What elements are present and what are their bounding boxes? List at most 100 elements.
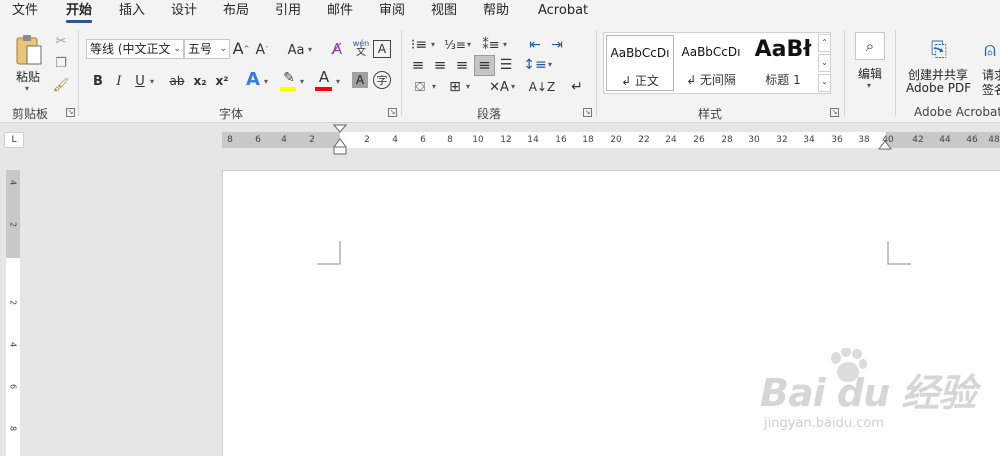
chevron-down-icon[interactable]: ▾	[432, 82, 436, 91]
style-no-spacing[interactable]: AaBbCcDı ↲ 无间隔	[676, 35, 746, 91]
sort-icon[interactable]: A↓Z	[529, 78, 555, 96]
ruler-number: 26	[693, 135, 705, 145]
ruler-number: 48	[988, 135, 1000, 145]
clipboard-launcher-icon[interactable]: ↘	[66, 108, 75, 117]
font-color-button[interactable]: A	[316, 69, 332, 85]
styles-launcher-icon[interactable]: ↘	[830, 108, 839, 117]
editing-label[interactable]: 编辑	[858, 65, 882, 82]
tab-layout[interactable]: 布局	[223, 0, 249, 24]
align-center-icon[interactable]: ≡	[431, 56, 449, 74]
distributed-icon[interactable]: ☰	[497, 56, 515, 74]
style-heading-1[interactable]: AaBł 标题 1	[748, 35, 818, 91]
superscript-button[interactable]: x²	[214, 72, 230, 90]
tab-file[interactable]: 文件	[12, 0, 38, 24]
font-name-select[interactable]: 等线 (中文正文 ⌄	[86, 39, 184, 59]
right-indent-marker-icon[interactable]	[878, 140, 892, 150]
borders-icon[interactable]: ⊞	[446, 78, 464, 96]
enclose-characters-icon[interactable]: A	[373, 40, 391, 58]
subscript-button[interactable]: x₂	[192, 72, 208, 90]
line-spacing-icon[interactable]: ↕≡	[523, 56, 546, 74]
chevron-down-icon[interactable]: ▾	[300, 77, 304, 86]
ruler-number: 14	[527, 135, 539, 145]
request-signature-icon[interactable]: ⍝	[978, 36, 1000, 62]
grow-font-button[interactable]: A ^	[233, 40, 250, 58]
paragraph-shading-icon[interactable]: ⛋	[411, 78, 429, 96]
chevron-down-icon[interactable]: ▾	[150, 77, 154, 86]
font-group-label: 字体	[219, 107, 244, 121]
text-effects-button[interactable]: A	[244, 70, 262, 90]
chevron-down-icon[interactable]: ▾	[264, 77, 268, 86]
chevron-down-icon[interactable]: ▾	[503, 40, 507, 49]
ruler-number: 18	[582, 135, 594, 145]
font-size-select[interactable]: 五号 ⌄	[184, 39, 230, 59]
vertical-ruler[interactable]: 4 2 2 4 6 8	[6, 170, 20, 456]
style-sample: AaBbCcDı	[610, 46, 670, 60]
create-share-label-2[interactable]: Adobe PDF	[906, 81, 971, 95]
paste-dropdown-icon[interactable]: ▾	[25, 84, 29, 93]
tab-references[interactable]: 引用	[275, 0, 301, 24]
chevron-down-icon[interactable]: ▾	[308, 45, 312, 54]
styles-more-icon[interactable]: ⌄	[818, 74, 831, 92]
style-normal[interactable]: AaBbCcDı ↲ 正文	[606, 35, 674, 91]
styles-scroll-down[interactable]: ⌄	[818, 54, 831, 72]
request-signature-label-2[interactable]: 签名	[982, 81, 1000, 98]
underline-button[interactable]: U	[133, 72, 147, 90]
align-left-icon[interactable]: ≡	[409, 56, 427, 74]
chevron-down-icon[interactable]: ▾	[867, 81, 871, 90]
shrink-font-button[interactable]: Aˇ	[254, 42, 270, 58]
tab-home[interactable]: 开始	[66, 0, 93, 24]
ruler-number: 22	[638, 135, 650, 145]
tab-design[interactable]: 设计	[171, 0, 197, 24]
justify-icon[interactable]: ≡	[474, 55, 495, 76]
ribbon: 粘贴 ▾ ✂ ❐ 🖌 剪贴板 ↘ 等线 (中文正文 ⌄ 五号 ⌄ A ^ Aˇ A…	[0, 24, 1000, 123]
font-launcher-icon[interactable]: ↘	[388, 108, 397, 117]
ruler-number: 12	[500, 135, 512, 145]
increase-indent-icon[interactable]: ⇥	[548, 37, 566, 53]
chevron-down-icon[interactable]: ▾	[548, 60, 552, 69]
style-sample: AaBbCcDı	[681, 45, 741, 59]
phonetic-guide-icon[interactable]: wén 文	[352, 39, 370, 59]
chevron-down-icon[interactable]: ▾	[336, 77, 340, 86]
tab-mailings[interactable]: 邮件	[327, 0, 353, 24]
tab-acrobat[interactable]: Acrobat	[538, 0, 588, 24]
indent-marker-icon[interactable]	[333, 124, 347, 156]
ribbon-tab-bar: 文件 开始 插入 设计 布局 引用 邮件 审阅 视图 帮助 Acrobat	[0, 0, 1000, 24]
styles-scroll-up[interactable]: ⌃	[818, 34, 831, 52]
clear-formatting-icon[interactable]: A̸	[328, 40, 346, 58]
group-divider	[596, 30, 597, 116]
enclosed-characters-icon[interactable]: 字	[373, 71, 391, 89]
highlight-icon[interactable]: ✎	[280, 70, 298, 86]
align-right-icon[interactable]: ≡	[453, 56, 471, 74]
copy-icon[interactable]: ❐	[54, 56, 68, 70]
tab-view[interactable]: 视图	[431, 0, 457, 24]
character-shading-button[interactable]: A	[352, 72, 368, 88]
chevron-down-icon[interactable]: ▾	[511, 82, 515, 91]
ruler-number: 6	[255, 135, 261, 145]
font-name-value: 等线 (中文正文	[90, 42, 171, 56]
bold-button[interactable]: B	[90, 72, 106, 90]
chevron-down-icon[interactable]: ▾	[467, 40, 471, 49]
horizontal-ruler[interactable]: 8 6 4 2 2 4 6 8 10 12 14 16 18 20 22 24 …	[222, 124, 1000, 155]
chevron-down-icon[interactable]: ▾	[431, 40, 435, 49]
tab-selector[interactable]: L	[4, 132, 24, 148]
change-case-button[interactable]: Aa	[284, 42, 308, 58]
multilevel-list-icon[interactable]: ⁑≡	[481, 37, 501, 53]
tab-help[interactable]: 帮助	[483, 0, 509, 24]
tab-review[interactable]: 审阅	[379, 0, 405, 24]
asian-layout-icon[interactable]: ✕A	[489, 78, 509, 96]
numbering-icon[interactable]: ⅓≡	[444, 37, 466, 53]
search-icon[interactable]: ⌕	[855, 32, 885, 60]
tab-insert[interactable]: 插入	[119, 0, 145, 24]
italic-button[interactable]: I	[112, 72, 126, 90]
format-painter-icon[interactable]: 🖌	[53, 78, 70, 92]
decrease-indent-icon[interactable]: ⇤	[526, 37, 544, 53]
ruler-number: 10	[472, 135, 484, 145]
bullets-icon[interactable]: ⁝≡	[409, 37, 429, 53]
show-formatting-marks-icon[interactable]: ↵	[568, 78, 586, 96]
paragraph-launcher-icon[interactable]: ↘	[583, 108, 592, 117]
chevron-down-icon[interactable]: ▾	[466, 82, 470, 91]
cut-icon[interactable]: ✂	[54, 34, 68, 48]
strikethrough-button[interactable]: ab	[168, 72, 186, 90]
watermark-url: jingyan.baidu.com	[764, 416, 884, 431]
create-pdf-icon[interactable]: ⎘	[927, 36, 951, 62]
